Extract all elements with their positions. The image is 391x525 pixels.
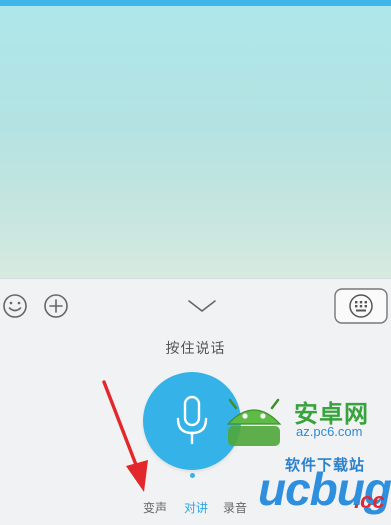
- collapse-panel-button[interactable]: [186, 293, 218, 319]
- input-toolbar: [0, 279, 391, 331]
- tab-intercom[interactable]: 对讲: [184, 499, 208, 516]
- chevron-down-icon: [188, 300, 216, 312]
- chat-message-area[interactable]: [0, 6, 391, 278]
- microphone-icon: [176, 395, 208, 445]
- watermark-url: az.pc6.com: [296, 424, 363, 439]
- tab-voice-change[interactable]: 变声: [143, 499, 167, 516]
- emoji-button[interactable]: [0, 291, 30, 321]
- annotation-arrow: [102, 380, 148, 492]
- smiley-icon: [3, 294, 27, 318]
- keyboard-toggle-button[interactable]: [334, 287, 388, 325]
- plus-icon: [44, 294, 68, 318]
- watermark-logo-suffix: .cc: [354, 488, 385, 513]
- add-attachment-button[interactable]: [41, 291, 71, 321]
- android-robot-icon: [226, 398, 282, 446]
- keyboard-icon: [334, 288, 388, 324]
- selected-mode-indicator: [190, 473, 195, 478]
- hold-to-talk-label: 按住说话: [165, 341, 226, 357]
